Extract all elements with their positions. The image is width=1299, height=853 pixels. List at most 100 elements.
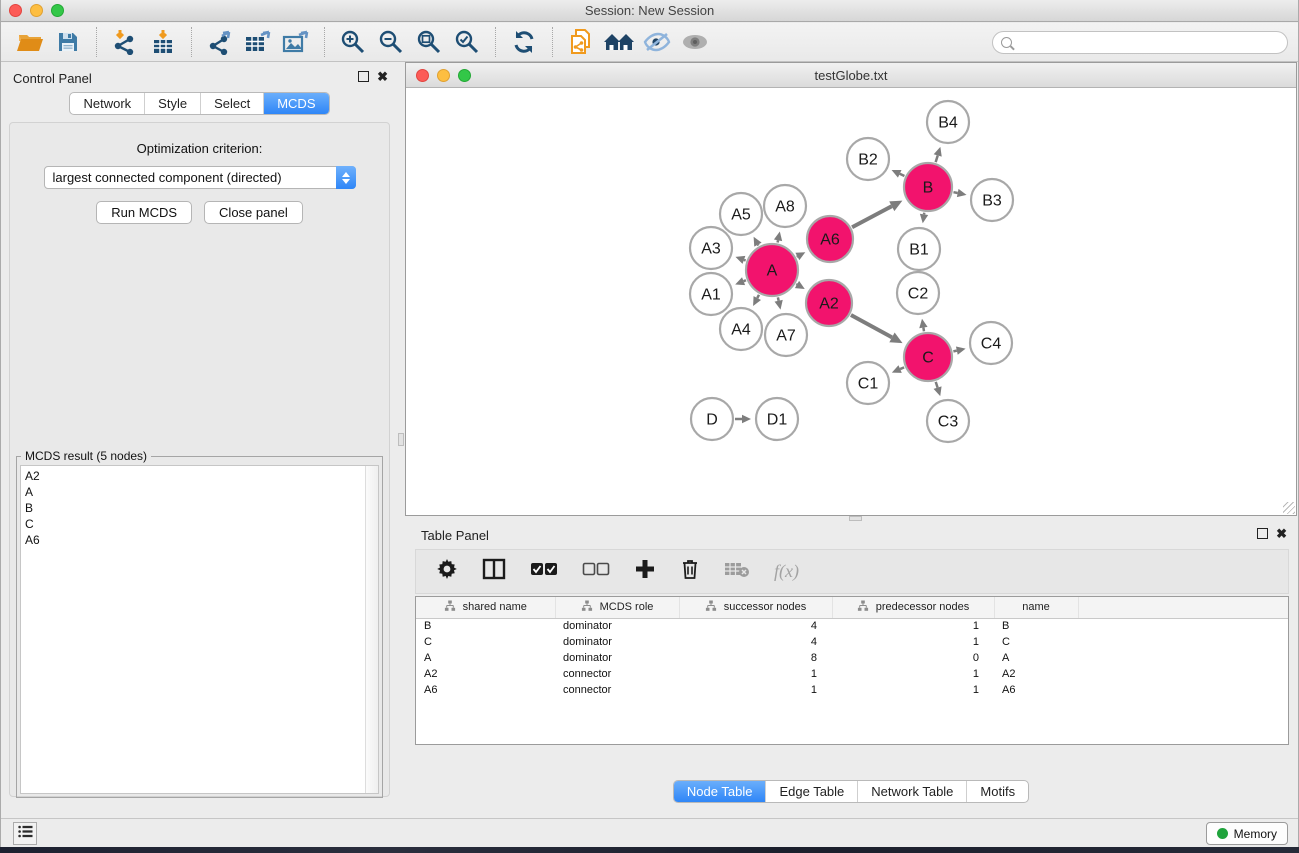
table-cell[interactable]: A2 <box>994 666 1078 682</box>
edge-A-A4[interactable] <box>757 295 759 298</box>
table-cell[interactable]: A2 <box>416 666 555 682</box>
table-row[interactable]: A6connector11A6 <box>416 682 1288 698</box>
edge-A-A7[interactable] <box>778 297 779 300</box>
table-cell[interactable]: connector <box>555 666 679 682</box>
open-session-button[interactable] <box>11 25 49 59</box>
first-neighbors-button[interactable] <box>600 25 638 59</box>
table-cell[interactable]: A6 <box>416 682 555 698</box>
edge-A2-C[interactable] <box>851 315 892 337</box>
import-network-button[interactable] <box>106 25 144 59</box>
export-table-button[interactable] <box>239 25 277 59</box>
tab-mcds[interactable]: MCDS <box>263 93 328 114</box>
table-cell[interactable]: 1 <box>679 666 832 682</box>
splitter-grip[interactable] <box>849 516 862 521</box>
select-all-columns-button[interactable] <box>530 562 558 581</box>
table-cell[interactable]: dominator <box>555 618 679 634</box>
hide-selected-button[interactable] <box>638 25 676 59</box>
save-session-button[interactable] <box>49 25 87 59</box>
edge-C-C4[interactable] <box>953 351 956 352</box>
new-network-from-selection-button[interactable] <box>562 25 600 59</box>
column-header-successor-nodes[interactable]: successor nodes <box>679 597 832 618</box>
result-item[interactable]: A2 <box>21 468 378 484</box>
close-table-panel-button[interactable]: ✖ <box>1276 528 1287 539</box>
network-window-titlebar[interactable]: testGlobe.txt <box>406 63 1296 88</box>
table-cell[interactable]: C <box>994 634 1078 650</box>
table-cell[interactable]: 4 <box>679 634 832 650</box>
export-image-button[interactable] <box>277 25 315 59</box>
delete-table-button[interactable] <box>724 560 750 583</box>
tab-style[interactable]: Style <box>144 93 200 114</box>
table-cell[interactable]: A <box>416 650 555 666</box>
column-header-predecessor-nodes[interactable]: predecessor nodes <box>832 597 994 618</box>
deselect-all-columns-button[interactable] <box>582 562 610 581</box>
table-cell[interactable]: 1 <box>832 634 994 650</box>
zoom-in-button[interactable] <box>334 25 372 59</box>
table-cell[interactable]: B <box>994 618 1078 634</box>
table-cell[interactable]: 1 <box>832 682 994 698</box>
table-cell[interactable]: B <box>416 618 555 634</box>
close-panel-button-mcds[interactable]: Close panel <box>204 201 303 224</box>
edge-A-A3[interactable] <box>744 260 746 261</box>
create-column-button[interactable] <box>634 558 656 585</box>
search-input[interactable] <box>1017 36 1287 50</box>
tab-network[interactable]: Network <box>70 93 144 114</box>
network-canvas[interactable]: AA1A2A3A4A5A6A7A8BB1B2B3B4CC1C2C3C4DD1 <box>406 89 1296 515</box>
settings-gear-button[interactable] <box>436 558 458 585</box>
table-cell[interactable]: connector <box>555 682 679 698</box>
tab-select[interactable]: Select <box>200 93 263 114</box>
table-cell[interactable]: dominator <box>555 650 679 666</box>
table-cell[interactable]: 1 <box>679 682 832 698</box>
import-table-button[interactable] <box>144 25 182 59</box>
table-cell[interactable]: 1 <box>832 666 994 682</box>
table-cell[interactable]: 8 <box>679 650 832 666</box>
edge-B-B3[interactable] <box>953 192 957 193</box>
node-table-body[interactable]: Bdominator41BCdominator41CAdominator80AA… <box>416 618 1288 698</box>
zoom-out-button[interactable] <box>372 25 410 59</box>
search-box[interactable] <box>992 31 1288 54</box>
float-panel-button[interactable] <box>358 71 369 82</box>
table-row[interactable]: Bdominator41B <box>416 618 1288 634</box>
show-columns-button[interactable] <box>482 558 506 585</box>
table-cell[interactable]: C <box>416 634 555 650</box>
tab-edge-table[interactable]: Edge Table <box>765 781 857 802</box>
edge-C-C2[interactable] <box>923 328 924 332</box>
task-history-button[interactable] <box>13 822 37 845</box>
zoom-selected-button[interactable] <box>448 25 486 59</box>
result-item[interactable]: B <box>21 500 378 516</box>
tab-network-table[interactable]: Network Table <box>857 781 966 802</box>
edge-A6-B[interactable] <box>852 206 892 227</box>
column-header-name[interactable]: name <box>994 597 1078 618</box>
result-item[interactable]: C <box>21 516 378 532</box>
function-builder-button[interactable]: f(x) <box>774 561 799 582</box>
splitter-grip[interactable] <box>398 433 404 446</box>
table-cell[interactable]: 0 <box>832 650 994 666</box>
node-table-header[interactable]: shared nameMCDS rolesuccessor nodesprede… <box>416 597 1288 618</box>
edge-A-A1[interactable] <box>744 280 746 281</box>
table-row[interactable]: Adominator80A <box>416 650 1288 666</box>
table-cell[interactable]: dominator <box>555 634 679 650</box>
node-table-container[interactable]: shared nameMCDS rolesuccessor nodesprede… <box>415 596 1289 745</box>
network-graph[interactable]: AA1A2A3A4A5A6A7A8BB1B2B3B4CC1C2C3C4DD1 <box>406 89 1294 515</box>
export-network-button[interactable] <box>201 25 239 59</box>
window-resize-grip[interactable] <box>1283 502 1295 514</box>
close-panel-button[interactable]: ✖ <box>377 71 388 82</box>
edge-C-C1[interactable] <box>900 367 904 369</box>
table-cell[interactable]: A6 <box>994 682 1078 698</box>
run-mcds-button[interactable]: Run MCDS <box>96 201 192 224</box>
table-cell[interactable]: 1 <box>832 618 994 634</box>
table-row[interactable]: Cdominator41C <box>416 634 1288 650</box>
table-row[interactable]: A2connector11A2 <box>416 666 1288 682</box>
edge-C-C3[interactable] <box>936 382 938 388</box>
edge-B-B2[interactable] <box>900 174 905 176</box>
show-all-button[interactable] <box>676 25 714 59</box>
result-scrollbar[interactable] <box>365 466 378 793</box>
mcds-result-list[interactable]: A2ABCA6 <box>20 465 379 794</box>
tab-node-table[interactable]: Node Table <box>674 781 766 802</box>
result-item[interactable]: A6 <box>21 532 378 548</box>
result-item[interactable]: A <box>21 484 378 500</box>
edge-B-B4[interactable] <box>936 155 938 162</box>
column-header-MCDS-role[interactable]: MCDS role <box>555 597 679 618</box>
refresh-view-button[interactable] <box>505 25 543 59</box>
node-table[interactable]: shared nameMCDS rolesuccessor nodesprede… <box>416 597 1288 698</box>
table-cell[interactable]: A <box>994 650 1078 666</box>
